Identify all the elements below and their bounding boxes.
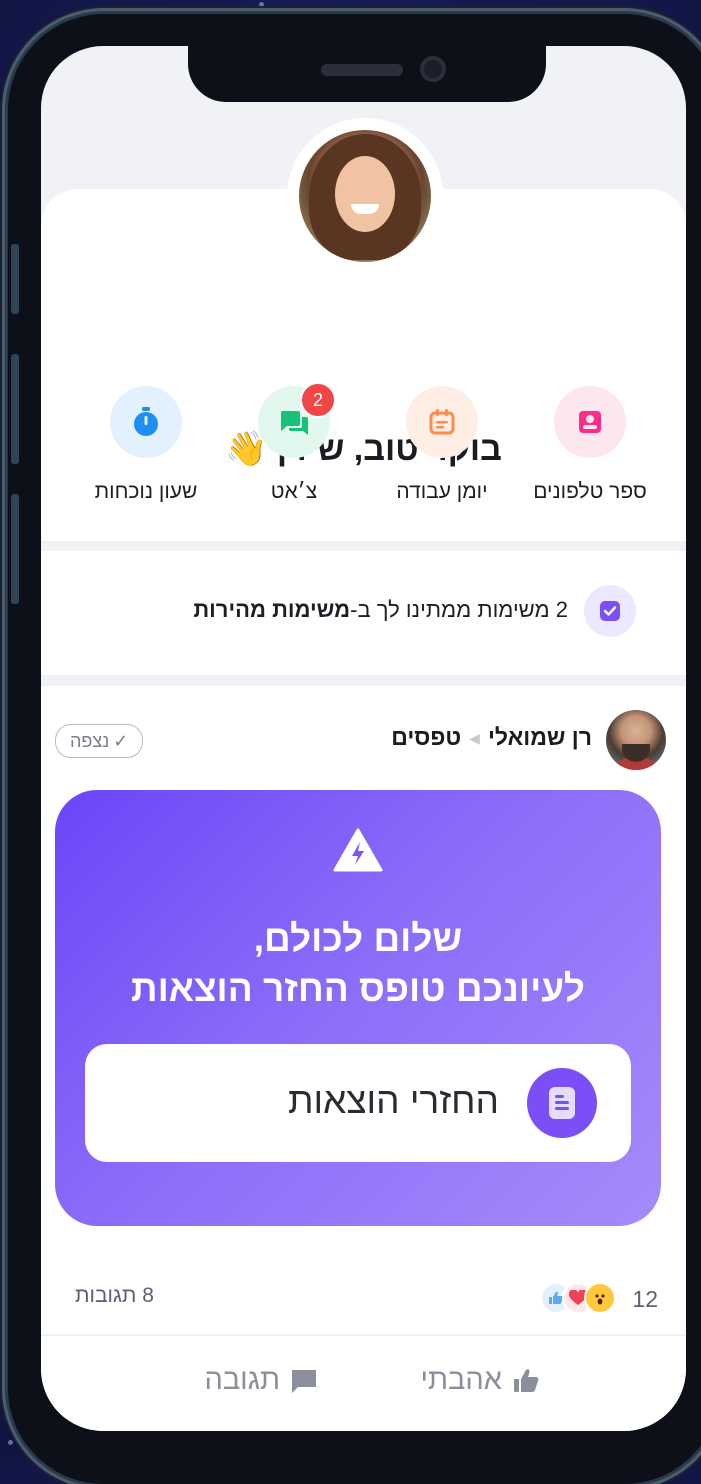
post-promo-card: שלום לכולם, לעיונכם טופס החזר הוצאות החז… [55, 790, 661, 1226]
stopwatch-icon-circle [110, 386, 182, 458]
speaker-grille [321, 64, 403, 76]
calendar-icon-circle [406, 386, 478, 458]
post-reactions-row: 12 8 תגובות [41, 1274, 686, 1324]
warning-bolt-icon [333, 828, 383, 872]
like-label: אהבתי [420, 1364, 502, 1396]
quick-action-label: יומן עבודה [396, 480, 488, 503]
thumbs-up-icon [514, 1368, 539, 1392]
quick-action-attendance-clock[interactable]: שעון נוכחות [71, 386, 221, 504]
caret-left-icon: ◀ [469, 730, 480, 747]
wow-reaction-icon [584, 1282, 616, 1314]
reaction-icons[interactable] [536, 1282, 616, 1314]
reaction-count[interactable]: 12 [632, 1286, 658, 1313]
promo-title-line-2: לעיונכם טופס החזר הוצאות [131, 968, 585, 1009]
phone-notch [188, 46, 546, 102]
promo-title: שלום לכולם, לעיונכם טופס החזר הוצאות [55, 914, 661, 1014]
phone-side-button [11, 494, 19, 604]
quick-action-label: צ׳אט [270, 480, 318, 503]
tasks-text-prefix: 2 משימות ממתינו לך ב- [350, 597, 568, 622]
phone-side-button [11, 354, 19, 464]
document-icon [549, 1087, 575, 1119]
avatar-image [299, 130, 431, 262]
quick-actions: ספר טלפונים יומן עבודה 2 צ׳אט שעון נוכחו… [41, 382, 686, 516]
post-actions-bar: אהבתי תגובה [41, 1354, 686, 1414]
quick-action-label: שעון נוכחות [94, 480, 198, 503]
phone-screen: בוקר טוב, שירן 👋 ספר טלפונים יומן עבודה … [41, 46, 686, 1431]
expense-refund-button-label: החזרי הוצאות [287, 1080, 499, 1121]
quick-action-label: ספר טלפונים [533, 480, 647, 503]
post-author-avatar[interactable] [606, 710, 666, 770]
promo-title-line-1: שלום לכולם, [253, 918, 463, 959]
quick-action-phone-book[interactable]: ספר טלפונים [515, 386, 665, 504]
speech-bubble-icon [292, 1369, 316, 1393]
calendar-icon [429, 409, 455, 435]
quick-action-work-calendar[interactable]: יומן עבודה [367, 386, 517, 504]
quick-tasks-link[interactable]: משימות מהירות [193, 597, 350, 622]
quick-action-chat[interactable]: 2 צ׳אט [219, 382, 369, 504]
post-channel-name[interactable]: טפסים [391, 724, 461, 750]
comment-label: תגובה [204, 1364, 280, 1396]
stopwatch-icon [134, 407, 158, 436]
seen-label: נצפה [70, 730, 110, 751]
document-icon-circle [527, 1068, 597, 1138]
phone-book-icon-circle [554, 386, 626, 458]
profile-avatar[interactable] [287, 118, 443, 274]
post-divider [41, 1334, 686, 1336]
chat-unread-badge: 2 [300, 382, 336, 418]
tasks-check-icon-circle [584, 585, 636, 637]
quick-tasks-banner[interactable]: 2 משימות ממתינו לך ב-משימות מהירות [41, 551, 686, 675]
contact-book-icon [579, 411, 601, 433]
checkbox-checked-icon [600, 601, 620, 621]
post-author-line: רן שמואלי ◀ טפסים [391, 724, 592, 751]
quick-tasks-text: 2 משימות ממתינו לך ב-משימות מהירות [193, 597, 568, 623]
phone-side-button [11, 244, 19, 314]
seen-status-badge: ✓ נצפה [55, 724, 144, 758]
comments-count[interactable]: 8 תגובות [75, 1284, 154, 1308]
chat-icon-circle: 2 [258, 382, 336, 458]
expense-refund-button[interactable]: החזרי הוצאות [85, 1044, 631, 1162]
feed-post: רן שמואלי ◀ טפסים ✓ נצפה שלום לכולם, לעיונ… [41, 686, 686, 1431]
checkmark-icon: ✓ [113, 730, 129, 751]
like-button[interactable]: אהבתי [420, 1364, 540, 1397]
comment-button[interactable]: תגובה [204, 1364, 318, 1397]
front-camera [420, 56, 446, 82]
post-author-name[interactable]: רן שמואלי [488, 724, 592, 750]
